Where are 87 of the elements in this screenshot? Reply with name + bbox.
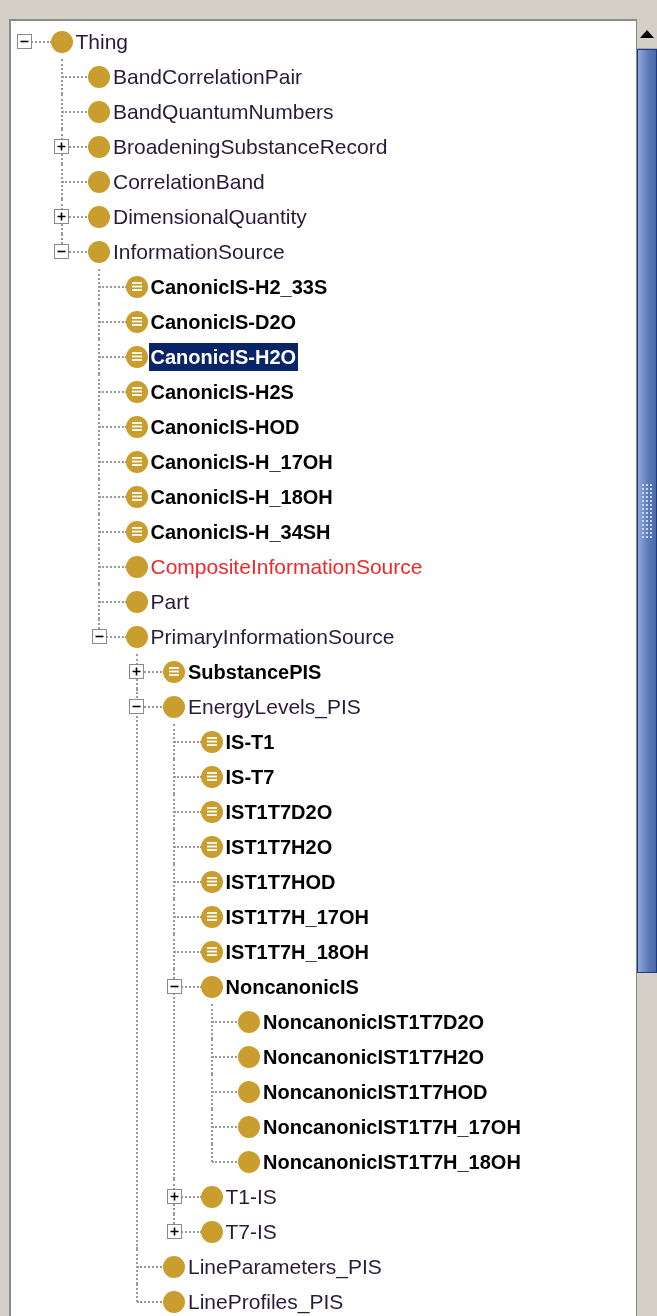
expand-toggle[interactable] <box>166 1224 182 1239</box>
tree-item[interactable]: CanonicIS-H2_33S <box>148 272 330 301</box>
dot-icon <box>163 695 185 718</box>
tree-item[interactable]: NoncanonicIST1T7D2O <box>261 1007 487 1036</box>
dot-icon <box>238 1080 260 1103</box>
tree-item[interactable]: IST1T7D2O <box>223 797 335 826</box>
up-arrow-icon <box>640 29 654 38</box>
collapse-toggle[interactable] <box>129 699 144 714</box>
dot-icon <box>238 1010 260 1033</box>
tree-item[interactable]: EnergyLevels_PIS <box>186 692 363 721</box>
dot-icon <box>200 1185 223 1208</box>
striped-dot-icon <box>200 800 223 823</box>
tree-item[interactable]: LineProfiles_PIS <box>186 1287 346 1316</box>
tree-item[interactable]: CanonicIS-H2O <box>148 342 299 371</box>
dot-icon <box>200 1220 223 1243</box>
striped-dot-icon <box>125 485 148 508</box>
tree-item[interactable]: CanonicIS-HOD <box>148 412 302 441</box>
dot-icon <box>125 555 148 578</box>
tree-item[interactable]: CanonicIS-H_18OH <box>148 482 335 511</box>
striped-dot-icon <box>163 660 185 683</box>
tree-item[interactable]: CanonicIS-H_34SH <box>148 517 333 546</box>
collapse-toggle[interactable] <box>16 34 32 49</box>
expand-toggle[interactable] <box>129 664 144 679</box>
dot-icon <box>238 1150 260 1173</box>
tree-item[interactable]: BroadeningSubstanceRecord <box>111 132 390 161</box>
tree-item[interactable]: T7-IS <box>223 1217 279 1246</box>
tree-item[interactable]: BandCorrelationPair <box>111 62 305 91</box>
tree-item[interactable]: IST1T7HOD <box>223 867 338 896</box>
tree-item[interactable]: CanonicIS-H2S <box>148 377 296 406</box>
tree-item[interactable]: NoncanonicIST1T7H_18OH <box>261 1147 523 1176</box>
expand-toggle[interactable] <box>166 1189 182 1204</box>
tree-item[interactable]: NoncanonicIS <box>223 972 361 1001</box>
dot-icon <box>238 1045 260 1068</box>
tree-item[interactable]: BandQuantumNumbers <box>111 97 336 126</box>
expand-toggle[interactable] <box>54 209 69 224</box>
tree-item[interactable]: DimensionalQuantity <box>111 202 309 231</box>
tree-item[interactable]: IST1T7H_17OH <box>223 902 371 931</box>
striped-dot-icon <box>125 275 148 298</box>
tree-item[interactable]: NoncanonicIST1T7HOD <box>261 1077 490 1106</box>
dot-icon <box>88 240 110 263</box>
striped-dot-icon <box>125 380 148 403</box>
striped-dot-icon <box>125 345 148 368</box>
striped-dot-icon <box>200 905 223 928</box>
tree-item[interactable]: LineParameters_PIS <box>186 1252 384 1281</box>
striped-dot-icon <box>200 765 223 788</box>
tree-item[interactable]: CanonicIS-H_17OH <box>148 447 335 476</box>
tree-item[interactable]: InformationSource <box>111 237 287 266</box>
dot-icon <box>238 1115 260 1138</box>
tree-item[interactable]: T1-IS <box>223 1182 279 1211</box>
dot-icon <box>88 135 110 158</box>
dot-icon <box>50 30 73 53</box>
dot-icon <box>163 1290 185 1313</box>
tree-item[interactable]: CompositeInformationSource <box>148 552 425 581</box>
tree-item[interactable]: NoncanonicIST1T7H2O <box>261 1042 487 1071</box>
tree-item[interactable]: IST1T7H2O <box>223 832 335 861</box>
tree-item[interactable]: NoncanonicIST1T7H_17OH <box>261 1112 523 1141</box>
tree-item[interactable]: Thing <box>73 27 131 56</box>
dot-icon <box>88 100 110 123</box>
collapse-toggle[interactable] <box>166 979 182 994</box>
dot-icon <box>88 170 110 193</box>
dot-icon <box>88 65 110 88</box>
striped-dot-icon <box>125 450 148 473</box>
collapse-toggle[interactable] <box>54 244 69 259</box>
expand-toggle[interactable] <box>54 139 69 154</box>
dot-icon <box>88 205 110 228</box>
striped-dot-icon <box>125 310 148 333</box>
tree-item[interactable]: IS-T7 <box>223 762 277 791</box>
striped-dot-icon <box>200 835 223 858</box>
tree-item[interactable]: SubstancePIS <box>186 657 324 686</box>
tree-item[interactable]: CorrelationBand <box>111 167 267 196</box>
striped-dot-icon <box>125 520 148 543</box>
striped-dot-icon <box>125 415 148 438</box>
striped-dot-icon <box>200 940 223 963</box>
dot-icon <box>125 590 148 613</box>
vertical-scrollbar[interactable] <box>636 19 657 1316</box>
dot-icon <box>200 975 223 998</box>
dot-icon <box>125 625 148 648</box>
striped-dot-icon <box>200 870 223 893</box>
tree-item[interactable]: PrimaryInformationSource <box>148 622 397 651</box>
scrollbar-thumb[interactable] <box>637 49 657 973</box>
collapse-toggle[interactable] <box>91 629 107 644</box>
dot-icon <box>163 1255 185 1278</box>
striped-dot-icon <box>200 730 223 753</box>
tree-item[interactable]: Part <box>148 587 191 616</box>
tree-item[interactable]: CanonicIS-D2O <box>148 307 299 336</box>
tree-item[interactable]: IST1T7H_18OH <box>223 937 371 966</box>
tree-item[interactable]: IS-T1 <box>223 727 277 756</box>
